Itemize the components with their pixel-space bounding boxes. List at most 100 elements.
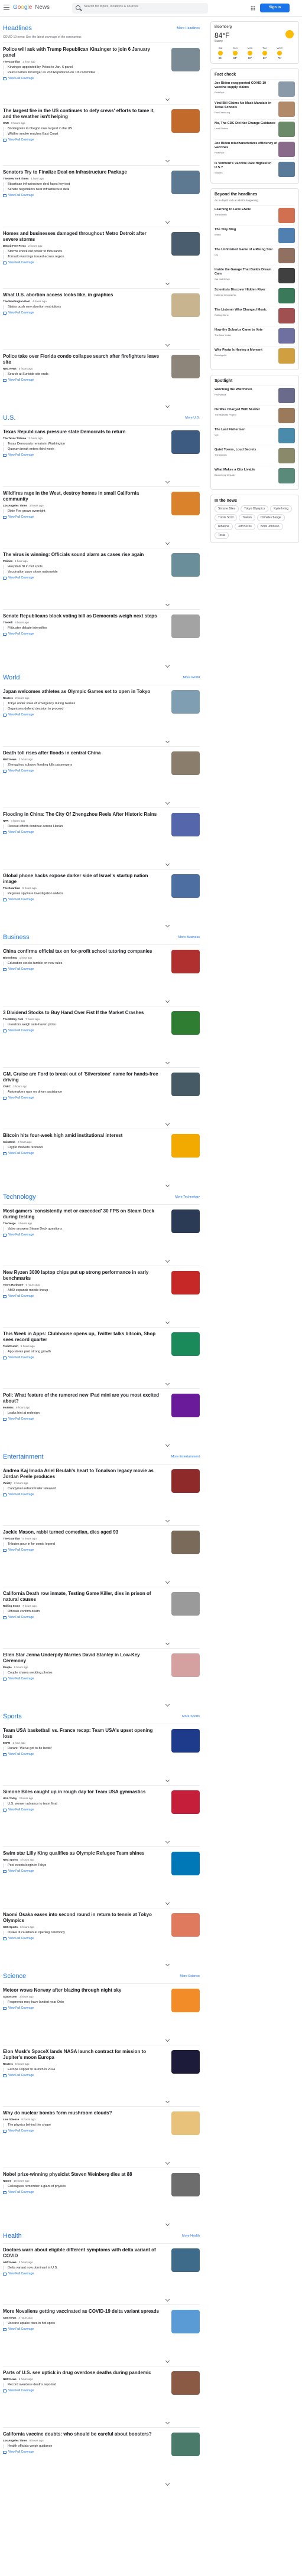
search-icon[interactable] <box>76 5 80 10</box>
item-thumbnail[interactable] <box>278 208 295 223</box>
chevron-down-icon[interactable] <box>165 479 170 484</box>
story-card[interactable]: Texas Republicans pressure state Democra… <box>3 425 200 486</box>
related-story[interactable]: Vaccine uptake rises in hot spots <box>3 2322 163 2326</box>
more-coverage-link[interactable]: More Headlines <box>177 27 200 30</box>
story-card[interactable]: China confirms official tax on for-profi… <box>3 944 200 1006</box>
story-headline[interactable]: Naomi Osaka eases into second round in r… <box>3 1912 163 1924</box>
story-thumbnail[interactable] <box>171 48 200 71</box>
story-thumbnail[interactable] <box>171 1913 200 1937</box>
story-headline[interactable]: What U.S. abortion access looks like, in… <box>3 292 163 298</box>
story-thumbnail[interactable] <box>171 1653 200 1677</box>
story-source[interactable]: Variety <box>3 1482 12 1485</box>
chevron-down-icon[interactable] <box>165 1777 170 1783</box>
story-headline[interactable]: Bitcoin hits four-week high amid institu… <box>3 1133 163 1139</box>
chevron-down-icon[interactable] <box>165 2358 170 2363</box>
full-coverage-link[interactable]: View Full Coverage <box>3 2129 200 2133</box>
story-source[interactable]: The Verge <box>3 1222 16 1225</box>
full-coverage-link[interactable]: View Full Coverage <box>3 769 200 773</box>
story-card[interactable]: Nobel prize-winning physicist Steven Wei… <box>3 2168 200 2229</box>
full-coverage-link[interactable]: View Full Coverage <box>3 261 200 264</box>
related-story[interactable]: Rescue efforts continue across Henan <box>3 825 163 829</box>
full-coverage-link[interactable]: View Full Coverage <box>3 1493 200 1496</box>
story-source[interactable]: The Hill <box>3 621 12 624</box>
story-thumbnail[interactable] <box>171 1790 200 1814</box>
story-card[interactable]: Meteor wows Norway after blazing through… <box>3 1983 200 2045</box>
item-thumbnail[interactable] <box>278 268 295 283</box>
full-coverage-link[interactable]: View Full Coverage <box>3 378 200 382</box>
story-card[interactable]: Swim star Lilly King qualifies as Olympi… <box>3 1846 200 1908</box>
full-coverage-link[interactable]: View Full Coverage <box>3 1029 200 1032</box>
item-title[interactable]: What Makes a City Livable <box>215 468 278 472</box>
related-story[interactable]: Search at Surfside site ends <box>3 372 163 377</box>
story-headline[interactable]: China confirms official tax on for-profi… <box>3 949 163 954</box>
story-thumbnail[interactable] <box>171 2371 200 2395</box>
search-input[interactable] <box>84 5 196 8</box>
story-headline[interactable]: Police will ask with Trump Republican Ki… <box>3 47 163 58</box>
story-source[interactable]: NPR <box>3 819 9 822</box>
full-coverage-link[interactable]: View Full Coverage <box>3 1233 200 1237</box>
related-story[interactable]: Texas Democrats remain in Washington <box>3 442 163 446</box>
item-thumbnail[interactable] <box>278 408 295 423</box>
story-headline[interactable]: Poll: What feature of the rumored new iP… <box>3 1392 163 1404</box>
full-coverage-link[interactable]: View Full Coverage <box>3 2450 200 2454</box>
item-thumbnail[interactable] <box>278 328 295 344</box>
story-headline[interactable]: Why do nuclear bombs form mushroom cloud… <box>3 2110 163 2116</box>
item-thumbnail[interactable] <box>278 288 295 303</box>
story-card[interactable]: More Novaliens getting vaccinated as COV… <box>3 2304 200 2366</box>
spot-item[interactable]: Quiet Towns, Loud Secrets The Atlantic <box>215 446 295 466</box>
more-coverage-link[interactable]: More Business <box>178 936 200 939</box>
related-story[interactable]: Dixie Fire grows overnight <box>3 509 163 514</box>
story-headline[interactable]: Texas Republicans pressure state Democra… <box>3 429 163 435</box>
apps-grid-icon[interactable] <box>251 6 255 11</box>
story-card[interactable]: Ellen Star Jenna Underpily Marries David… <box>3 1648 200 1709</box>
story-card[interactable]: California Death row inmate, Testing Gam… <box>3 1587 200 1648</box>
full-coverage-link[interactable]: View Full Coverage <box>3 77 200 80</box>
item-thumbnail[interactable] <box>278 142 295 157</box>
story-card[interactable]: Senate Republicans block voting bill as … <box>3 609 200 671</box>
chevron-down-icon[interactable] <box>165 158 170 163</box>
related-story[interactable]: Tornado warnings issued across region <box>3 255 163 259</box>
related-story[interactable]: States push new abortion restrictions <box>3 305 163 309</box>
spot-item[interactable]: He Was Charged With Murder The Marshall P… <box>215 406 295 426</box>
section-title[interactable]: Business More Business <box>3 934 200 942</box>
google-news-logo[interactable]: Google News <box>13 4 50 11</box>
story-headline[interactable]: Doctors warn about eligible different sy… <box>3 2247 163 2259</box>
story-headline[interactable]: California Death row inmate, Testing Gam… <box>3 1591 163 1603</box>
story-card[interactable]: The virus is winning: Officials sound al… <box>3 548 200 609</box>
chevron-down-icon[interactable] <box>165 219 170 224</box>
story-thumbnail[interactable] <box>171 690 200 714</box>
story-card[interactable]: Poll: What feature of the rumored new iP… <box>3 1388 200 1450</box>
story-card[interactable]: Elon Musk's SpaceX lands NASA launch con… <box>3 2045 200 2106</box>
fc-item[interactable]: Joe Biden exaggerated COVID-19 vaccine s… <box>215 79 295 99</box>
story-card[interactable]: Simone Biles caught up in rough day for … <box>3 1785 200 1846</box>
item-title[interactable]: Watching the Watchmen <box>215 388 278 392</box>
related-story[interactable]: Automakers race on driver assistance <box>3 1090 163 1094</box>
story-headline[interactable]: Global phone hacks expose darker side of… <box>3 873 163 885</box>
story-thumbnail[interactable] <box>171 232 200 256</box>
chevron-down-icon[interactable] <box>165 2037 170 2042</box>
chevron-down-icon[interactable] <box>165 998 170 1003</box>
chevron-down-icon[interactable] <box>165 1060 170 1065</box>
item-thumbnail[interactable] <box>278 122 295 137</box>
story-headline[interactable]: More Novaliens getting vaccinated as COV… <box>3 2309 163 2315</box>
story-card[interactable]: 3 Dividend Stocks to Buy Hand Over Fist … <box>3 1006 200 1067</box>
full-coverage-link[interactable]: View Full Coverage <box>3 2006 200 2010</box>
local-item[interactable]: Inside the Garage That Builds Dream Cars… <box>215 266 295 286</box>
fc-item[interactable]: No, The CDC Did Not Change Guidance Lead … <box>215 119 295 139</box>
related-story[interactable]: Organizers defend decision to proceed <box>3 707 163 711</box>
covid-notice[interactable]: COVID-19 news: See the latest coverage o… <box>3 35 200 39</box>
full-coverage-link[interactable]: View Full Coverage <box>3 1096 200 1100</box>
local-item[interactable]: Learning to Love ESPN The Atlantic <box>215 205 295 225</box>
more-coverage-link[interactable]: More World <box>183 676 200 679</box>
story-headline[interactable]: Nobel prize-winning physicist Steven Wei… <box>3 2172 163 2178</box>
story-thumbnail[interactable] <box>171 1469 200 1493</box>
chevron-down-icon[interactable] <box>165 1258 170 1263</box>
full-coverage-link[interactable]: View Full Coverage <box>3 898 200 901</box>
story-source[interactable]: Rolling Stone <box>3 1604 20 1607</box>
story-thumbnail[interactable] <box>171 2310 200 2333</box>
topic-chip[interactable]: Taiwan <box>239 514 255 521</box>
story-source[interactable]: Space.com <box>3 1995 17 1998</box>
full-coverage-link[interactable]: View Full Coverage <box>3 1677 200 1681</box>
item-title[interactable]: Scientists Discover Hidden River <box>215 288 278 292</box>
chevron-down-icon[interactable] <box>165 601 170 607</box>
